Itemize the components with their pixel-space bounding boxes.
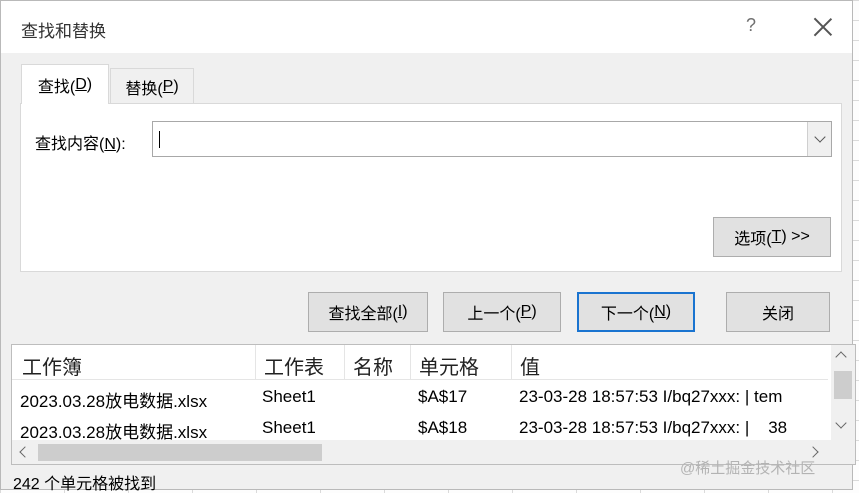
result-sheet: Sheet1	[262, 387, 316, 406]
tab-find[interactable]: 查找(D)	[21, 64, 109, 104]
prev-label: 上一个(	[467, 306, 521, 323]
column-header-value[interactable]: 值	[520, 351, 540, 380]
results-list[interactable]: 工作簿 工作表 名称 单元格 值 2023.03.28放电数据.xlsx She…	[11, 344, 856, 465]
vertical-scroll-thumb[interactable]	[834, 371, 852, 399]
vertical-scrollbar[interactable]	[831, 345, 855, 464]
status-text: 242 个单元格被找到	[13, 476, 157, 493]
options-label: 选项(	[734, 231, 772, 248]
find-previous-button[interactable]: 上一个(P)	[443, 292, 561, 332]
close-button[interactable]: 关闭	[726, 292, 830, 332]
find-what-input[interactable]	[152, 121, 832, 157]
column-divider[interactable]	[511, 345, 512, 379]
find-what-label: 查找内容(N):	[35, 130, 126, 154]
options-suffix: ) >>	[781, 228, 810, 245]
text-caret	[159, 131, 160, 148]
result-value: 23-03-28 18:57:53 I/bq27xxx: | tem	[519, 387, 783, 406]
dropdown-button[interactable]	[807, 122, 831, 156]
chevron-left-icon[interactable]	[19, 446, 31, 458]
chevron-up-icon[interactable]	[835, 351, 847, 363]
find-label-suffix: ):	[115, 136, 126, 153]
result-value: 23-03-28 18:57:53 I/bq27xxx: | 38	[519, 418, 788, 437]
find-all-label: 查找全部(	[328, 306, 398, 323]
options-accel: T	[771, 228, 782, 245]
find-next-button[interactable]: 下一个(N)	[577, 292, 695, 332]
find-label-accel: N	[104, 136, 116, 153]
tab-find-suffix: )	[86, 75, 93, 93]
tab-replace-label: 替换(	[125, 80, 163, 98]
result-row[interactable]: 2023.03.28放电数据.xlsx Sheet1 $A$17 23-03-2…	[12, 381, 828, 413]
next-accel: N	[654, 303, 666, 320]
tab-find-label: 查找(	[37, 78, 76, 96]
next-suffix: )	[665, 303, 672, 320]
dialog-title: 查找和替换	[21, 22, 106, 41]
prev-suffix: )	[531, 303, 537, 320]
tab-replace[interactable]: 替换(P)	[110, 68, 194, 104]
result-sheet: Sheet1	[262, 418, 316, 437]
column-divider[interactable]	[255, 345, 256, 379]
results-header: 工作簿 工作表 名称 单元格 值	[12, 345, 828, 380]
chevron-down-icon	[814, 131, 826, 143]
prev-accel: P	[520, 303, 532, 320]
find-all-suffix: )	[402, 303, 408, 320]
tab-replace-accel: P	[162, 77, 174, 95]
column-divider[interactable]	[410, 345, 411, 379]
find-panel: 查找内容(N): 选项(T) >>	[20, 103, 842, 272]
tab-replace-suffix: )	[173, 77, 179, 95]
result-cell: $A$18	[418, 418, 468, 437]
horizontal-scroll-thumb[interactable]	[38, 444, 322, 461]
watermark: @稀土掘金技术社区	[680, 460, 816, 477]
chevron-right-icon[interactable]	[807, 446, 819, 458]
column-header-sheet[interactable]: 工作表	[264, 351, 324, 380]
column-header-workbook[interactable]: 工作簿	[22, 351, 82, 380]
title-bar: 查找和替换 ?	[1, 1, 852, 53]
find-all-button[interactable]: 查找全部(I)	[308, 292, 428, 332]
column-header-cell[interactable]: 单元格	[419, 351, 479, 380]
result-cell: $A$17	[418, 387, 468, 406]
help-button[interactable]: ?	[739, 15, 763, 36]
close-label: 关闭	[761, 306, 794, 323]
result-workbook: 2023.03.28放电数据.xlsx	[20, 392, 208, 411]
options-button[interactable]: 选项(T) >>	[713, 217, 831, 257]
find-replace-dialog: 查找和替换 ? 查找(D) 替换(P) 查找内容(N): 选项(T) >> 查找…	[0, 0, 856, 493]
column-divider[interactable]	[344, 345, 345, 379]
tab-find-accel: D	[75, 75, 87, 93]
next-label: 下一个(	[600, 306, 655, 323]
chevron-down-icon[interactable]	[835, 417, 847, 429]
column-header-name[interactable]: 名称	[353, 351, 393, 380]
close-icon[interactable]	[809, 13, 837, 41]
find-label-text: 查找内容(	[35, 136, 105, 153]
